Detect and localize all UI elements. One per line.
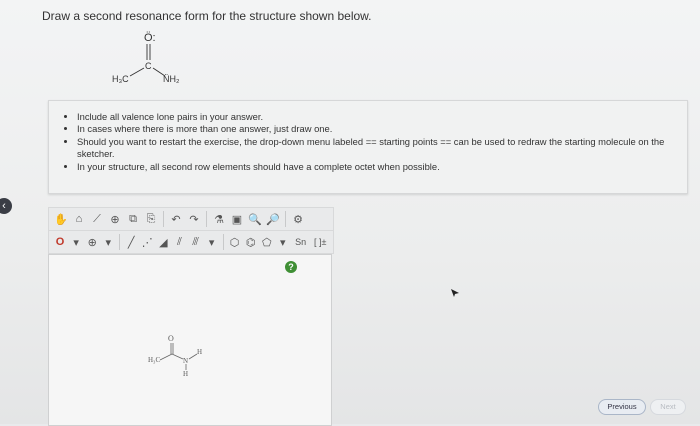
instruction-item: In your structure, all second row elemen… (77, 161, 687, 173)
zoom-fit-icon[interactable]: ⊕ (107, 211, 123, 227)
drawn-h-right: H (197, 348, 202, 356)
methyl-group: H₃C (112, 74, 129, 84)
mouse-cursor-icon (451, 289, 459, 297)
question-title: Draw a second resonance form for the str… (42, 9, 372, 23)
template-icon[interactable]: ⚗ (211, 211, 227, 227)
clean-icon[interactable]: ⚙ (290, 211, 306, 227)
drawn-bond (159, 353, 173, 361)
left-bond (129, 67, 145, 77)
element-selector[interactable]: O (53, 234, 67, 250)
chevron-down-icon[interactable]: ▾ (69, 234, 83, 250)
toolbar-divider (285, 211, 286, 227)
previous-button[interactable]: Previous (598, 399, 646, 415)
pentagon-icon[interactable]: ⬠ (260, 234, 274, 250)
next-button[interactable]: Next (650, 399, 686, 415)
drawn-methyl: H₃C (148, 356, 160, 364)
wedge-bond-icon[interactable]: ◢ (156, 234, 170, 250)
save-icon[interactable]: ▣ (229, 211, 245, 227)
drawn-structure[interactable]: O H₃C N H H (140, 330, 220, 380)
drawn-h-bottom: H (183, 370, 188, 378)
help-icon[interactable]: ? (285, 261, 297, 273)
drawn-bond (188, 353, 198, 360)
charge-selector[interactable]: ⊕ (85, 234, 99, 250)
toolbar-divider (163, 211, 164, 227)
hand-icon[interactable]: ✋ (53, 211, 69, 227)
instruction-item: In cases where there is more than one an… (77, 123, 687, 135)
zoom-in-icon[interactable]: 🔍 (247, 211, 263, 227)
copy-icon[interactable]: ⧉ (125, 211, 141, 227)
zoom-out-icon[interactable]: 🔎 (265, 211, 281, 227)
bracket-tool[interactable]: [ ]± (311, 234, 329, 250)
hash-bond-icon[interactable]: ⋰ (140, 234, 154, 250)
instructions-list: Include all valence lone pairs in your a… (49, 101, 687, 173)
paste-icon[interactable]: ⎘ (143, 211, 159, 227)
amine-group: N̈H₂ (163, 74, 180, 84)
toolbar-divider (119, 234, 121, 250)
triple-bond-icon[interactable]: ⫻ (189, 234, 203, 250)
sketcher-toolbar-top: ✋ ⌂ ⟋ ⊕ ⧉ ⎘ ↶ ↷ ⚗ ▣ 🔍 🔎 ⚙ (48, 207, 334, 231)
given-structure: Ö: C H₃C N̈H₂ (112, 32, 180, 84)
instruction-item: Include all valence lone pairs in your a… (77, 111, 687, 123)
eraser-icon[interactable]: ⌂ (71, 211, 87, 227)
toolbar-divider (206, 211, 207, 227)
lasso-icon[interactable]: ⟋ (89, 211, 105, 227)
drawn-bond (171, 353, 184, 360)
instructions-box: Include all valence lone pairs in your a… (48, 100, 688, 194)
hexagon-icon[interactable]: ⬡ (228, 234, 242, 250)
undo-icon[interactable]: ↶ (168, 211, 184, 227)
drawn-nitrogen: N (183, 357, 188, 365)
sketcher-toolbar-bottom: O ▾ ⊕ ▾ ╱ ⋰ ◢ ⫽ ⫻ ▾ ⬡ ⌬ ⬠ ▾ Sn [ ]± (48, 230, 334, 254)
carbon-atom: C (145, 61, 152, 71)
single-bond-icon[interactable]: ╱ (124, 234, 138, 250)
double-bond-icon[interactable]: ⫽ (172, 234, 186, 250)
benzene-icon[interactable]: ⌬ (244, 234, 258, 250)
redo-icon[interactable]: ↷ (186, 211, 202, 227)
chevron-down-icon[interactable]: ▾ (101, 234, 115, 250)
instruction-item: Should you want to restart the exercise,… (77, 136, 687, 161)
chevron-down-icon[interactable]: ▾ (205, 234, 219, 250)
oxygen-atom: Ö: (144, 32, 156, 44)
sn-tool[interactable]: Sn (292, 234, 310, 250)
toolbar-divider (222, 234, 224, 250)
drawn-oxygen: O (168, 334, 174, 343)
chevron-down-icon[interactable]: ▾ (276, 234, 290, 250)
